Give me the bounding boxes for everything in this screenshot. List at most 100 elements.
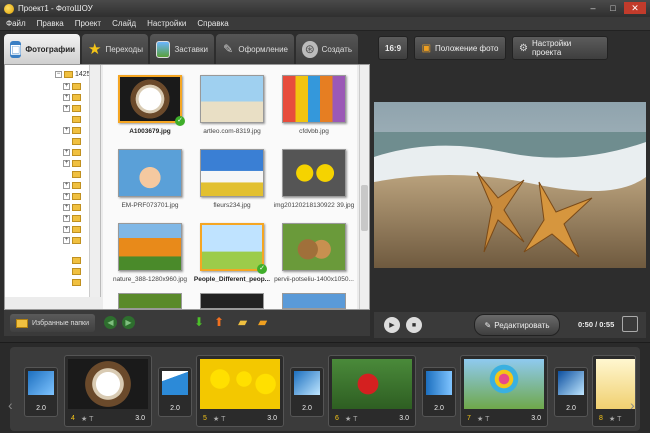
photo-position-button[interactable]: ▣ Положение фото	[414, 36, 506, 60]
thumbnail-image[interactable]	[200, 75, 264, 123]
aspect-ratio-button[interactable]: 16:9	[378, 36, 408, 60]
add-down-arrow-icon[interactable]: ⬇	[194, 315, 204, 329]
expand-icon[interactable]: +	[63, 214, 70, 222]
thumbnail-image[interactable]: ✓	[118, 75, 185, 126]
tab-create[interactable]: ⊛ Создать	[296, 34, 358, 64]
thumbnail-item[interactable]: nature_388-1280x960.jpg	[109, 219, 191, 291]
slide-item[interactable]: 5 ★ T 3.0	[196, 355, 284, 427]
thumbnail-item[interactable]: EM-PRF073701.jpg	[109, 145, 191, 217]
expand-icon[interactable]: +	[63, 104, 70, 112]
tree-node[interactable]: +	[63, 125, 83, 135]
tab-intros[interactable]: Заставки	[150, 34, 214, 64]
expand-icon[interactable]: +	[63, 82, 70, 90]
menu-project[interactable]: Проект	[75, 19, 101, 28]
remove-up-arrow-icon[interactable]: ⬆	[214, 315, 224, 329]
tree-node[interactable]	[72, 169, 83, 179]
back-icon[interactable]: ◀	[104, 316, 117, 329]
favorite-folders-button[interactable]: Избранные папки	[10, 314, 96, 332]
tree-node[interactable]	[72, 255, 83, 265]
thumbnail-image[interactable]	[118, 149, 182, 197]
minimize-button[interactable]: –	[584, 2, 602, 14]
transition-duration: 2.0	[434, 405, 444, 412]
close-button[interactable]: ✕	[624, 2, 646, 14]
tree-node[interactable]	[72, 277, 83, 287]
fullscreen-icon[interactable]	[622, 316, 638, 332]
tree-root[interactable]: − 1425	[55, 69, 91, 79]
folder-tree[interactable]: − 1425 + + + + + + + + + + + +	[5, 65, 101, 297]
tree-node[interactable]: +	[63, 224, 83, 234]
tree-node[interactable]: +	[63, 103, 83, 113]
add-folder-icon[interactable]: ▰	[238, 315, 247, 329]
open-folder-icon[interactable]: ▰	[258, 315, 267, 329]
expand-icon[interactable]: +	[63, 203, 70, 211]
expand-icon[interactable]: +	[63, 236, 70, 244]
expand-icon[interactable]: +	[63, 181, 70, 189]
tree-node[interactable]: +	[63, 92, 83, 102]
slide-number: 4	[71, 415, 75, 422]
tree-node[interactable]	[72, 266, 83, 276]
thumbnail-item[interactable]: artleo.com-8319.jpg	[191, 71, 273, 143]
expand-icon[interactable]: +	[63, 225, 70, 233]
tab-design[interactable]: ✎ Оформление	[216, 34, 294, 64]
menu-slide[interactable]: Слайд	[112, 19, 136, 28]
thumbnail-image[interactable]	[200, 293, 264, 309]
thumbnail-caption: artleo.com-8319.jpg	[203, 128, 261, 135]
forward-icon[interactable]: ▶	[122, 316, 135, 329]
thumbnail-image[interactable]	[118, 293, 182, 309]
transition-item[interactable]: 2.0	[554, 367, 588, 417]
slide-item[interactable]: 7 ★ T 3.0	[460, 355, 548, 427]
tab-photos[interactable]: ▣ Фотографии	[4, 34, 80, 64]
transition-item[interactable]: 2.0	[290, 367, 324, 417]
tree-node[interactable]	[72, 136, 83, 146]
thumbnail-item[interactable]: img20120218130922 39.jpg	[273, 145, 355, 217]
menu-settings[interactable]: Настройки	[147, 19, 186, 28]
thumbnail-image[interactable]	[282, 149, 346, 197]
tree-node[interactable]: +	[63, 147, 83, 157]
tree-node[interactable]: +	[63, 213, 83, 223]
project-settings-button[interactable]: ⚙ Настройки проекта	[512, 36, 608, 60]
collapse-icon[interactable]: −	[55, 70, 62, 78]
expand-icon[interactable]: +	[63, 192, 70, 200]
transition-item[interactable]: 2.0	[422, 367, 456, 417]
slide-item[interactable]: 4 ★ T 3.0	[64, 355, 152, 427]
transition-item[interactable]: 2.0	[158, 367, 192, 417]
tree-node[interactable]	[72, 114, 83, 124]
thumbnail-image[interactable]: ✓	[200, 223, 267, 274]
tree-node[interactable]: +	[63, 191, 83, 201]
thumbnail-item[interactable]: ✓ A1003679.jpg	[109, 71, 191, 143]
thumbnail-image[interactable]	[282, 223, 346, 271]
thumbnail-item[interactable]: fleurs234.jpg	[191, 145, 273, 217]
slide-item[interactable]: 8 ★ T	[592, 355, 636, 427]
slide-item[interactable]: 6 ★ T 3.0	[328, 355, 416, 427]
expand-icon[interactable]: +	[63, 148, 70, 156]
menu-help[interactable]: Справка	[197, 19, 228, 28]
tab-transitions[interactable]: ★ Переходы	[82, 34, 148, 64]
tree-node[interactable]: +	[63, 81, 83, 91]
thumbnail-image[interactable]	[200, 149, 264, 197]
thumbnail-image[interactable]	[118, 223, 182, 271]
expand-icon[interactable]: +	[63, 126, 70, 134]
maximize-button[interactable]: □	[604, 2, 622, 14]
thumbnail-item[interactable]: ✓ People_Different_peop...	[191, 219, 273, 291]
thumbnail-item[interactable]: pervii-potseliu-1400x1050...	[273, 219, 355, 291]
tree-node[interactable]: +	[63, 180, 83, 190]
menu-file[interactable]: Файл	[6, 19, 26, 28]
thumbnail-image[interactable]	[282, 293, 346, 309]
transition-item[interactable]: 2.0	[24, 367, 58, 417]
thumbnail-item[interactable]: cfdvbb.jpg	[273, 71, 355, 143]
play-icon[interactable]: ▶	[384, 317, 400, 333]
expand-icon[interactable]: +	[63, 93, 70, 101]
stop-icon[interactable]: ■	[406, 317, 422, 333]
tree-node[interactable]: +	[63, 202, 83, 212]
scroll-left-icon[interactable]: ‹	[8, 397, 13, 413]
thumbnails-scrollbar[interactable]	[359, 65, 369, 309]
thumbnail-image[interactable]	[282, 75, 346, 123]
menu-edit[interactable]: Правка	[37, 19, 64, 28]
scroll-right-icon[interactable]: ›	[630, 397, 635, 413]
tree-node[interactable]: +	[63, 158, 83, 168]
edit-button[interactable]: ✎ Редактировать	[474, 314, 560, 336]
scroll-thumb[interactable]	[361, 185, 368, 231]
expand-icon[interactable]: +	[63, 159, 70, 167]
tree-vertical-scrollbar[interactable]	[89, 65, 100, 297]
tree-node[interactable]: +	[63, 235, 83, 245]
